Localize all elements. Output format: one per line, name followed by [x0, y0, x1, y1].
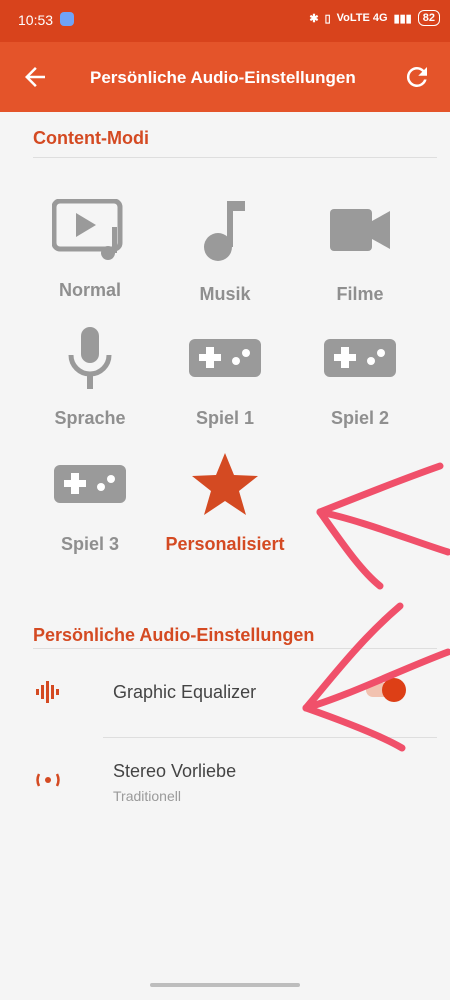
mode-personalisiert[interactable]: Personalisiert — [159, 434, 291, 555]
vibrate-icon: ▯ — [324, 12, 331, 25]
app-bar: Persönliche Audio-Einstellungen — [0, 42, 450, 112]
status-time: 10:53 — [18, 12, 54, 28]
mode-musik[interactable]: Musik — [159, 180, 291, 305]
mode-sprache[interactable]: Sprache — [24, 308, 156, 429]
status-bar: 10:53 ✱ ▯ VoLTE 4G ▮▮▮ 82 — [0, 0, 450, 42]
divider — [33, 648, 437, 649]
mode-spiel-2[interactable]: Spiel 2 — [294, 308, 426, 429]
music-note-icon — [204, 201, 245, 261]
status-right: ✱ ▯ VoLTE 4G ▮▮▮ 82 — [309, 10, 440, 26]
back-arrow-icon[interactable] — [20, 62, 50, 92]
gamepad-icon — [189, 339, 261, 377]
mode-label: Personalisiert — [165, 534, 285, 554]
toggle-thumb — [382, 678, 406, 702]
section-content-modes-title: Content-Modi — [33, 128, 149, 148]
setting-title: Stereo Vorliebe — [113, 761, 237, 781]
annotation-arrow-icon — [316, 462, 450, 590]
mode-label: Spiel 3 — [60, 534, 120, 554]
notification-icon — [60, 12, 74, 26]
mode-spiel-1[interactable]: Spiel 1 — [159, 308, 291, 429]
mode-label: Spiel 2 — [330, 408, 390, 428]
star-icon — [192, 453, 258, 515]
mode-label: Musik — [199, 284, 251, 304]
setting-row-equalizer[interactable]: Graphic Equalizer — [113, 682, 363, 703]
mode-normal[interactable]: Normal — [24, 180, 156, 301]
battery-badge: 82 — [417, 10, 440, 26]
microphone-icon — [68, 327, 112, 389]
equalizer-icon — [36, 681, 59, 703]
video-music-icon — [52, 199, 123, 260]
network-text: VoLTE 4G — [336, 12, 388, 24]
mode-label: Normal — [58, 280, 121, 300]
gamepad-icon — [324, 339, 396, 377]
setting-subtitle: Traditionell — [113, 788, 181, 804]
refresh-icon[interactable] — [402, 62, 432, 92]
page-title: Persönliche Audio-Einstellungen — [90, 68, 356, 87]
signal-icon: ▮▮▮ — [393, 12, 412, 25]
stereo-icon — [36, 773, 60, 787]
video-camera-icon — [330, 209, 390, 251]
section-audio-settings-title: Persönliche Audio-Einstellungen — [33, 625, 315, 645]
mode-label: Spiel 1 — [195, 408, 255, 428]
divider — [103, 737, 437, 738]
mode-label: Sprache — [54, 408, 126, 428]
gamepad-icon — [54, 465, 126, 503]
equalizer-toggle[interactable] — [364, 677, 408, 703]
home-indicator[interactable] — [150, 983, 300, 987]
mode-spiel-3[interactable]: Spiel 3 — [24, 434, 156, 555]
mode-filme[interactable]: Filme — [294, 180, 426, 305]
bluetooth-icon: ✱ — [309, 12, 319, 25]
setting-title: Graphic Equalizer — [113, 682, 257, 702]
divider — [33, 157, 437, 158]
mode-label: Filme — [336, 284, 384, 304]
setting-row-stereo[interactable]: Stereo Vorliebe Traditionell — [113, 761, 413, 804]
